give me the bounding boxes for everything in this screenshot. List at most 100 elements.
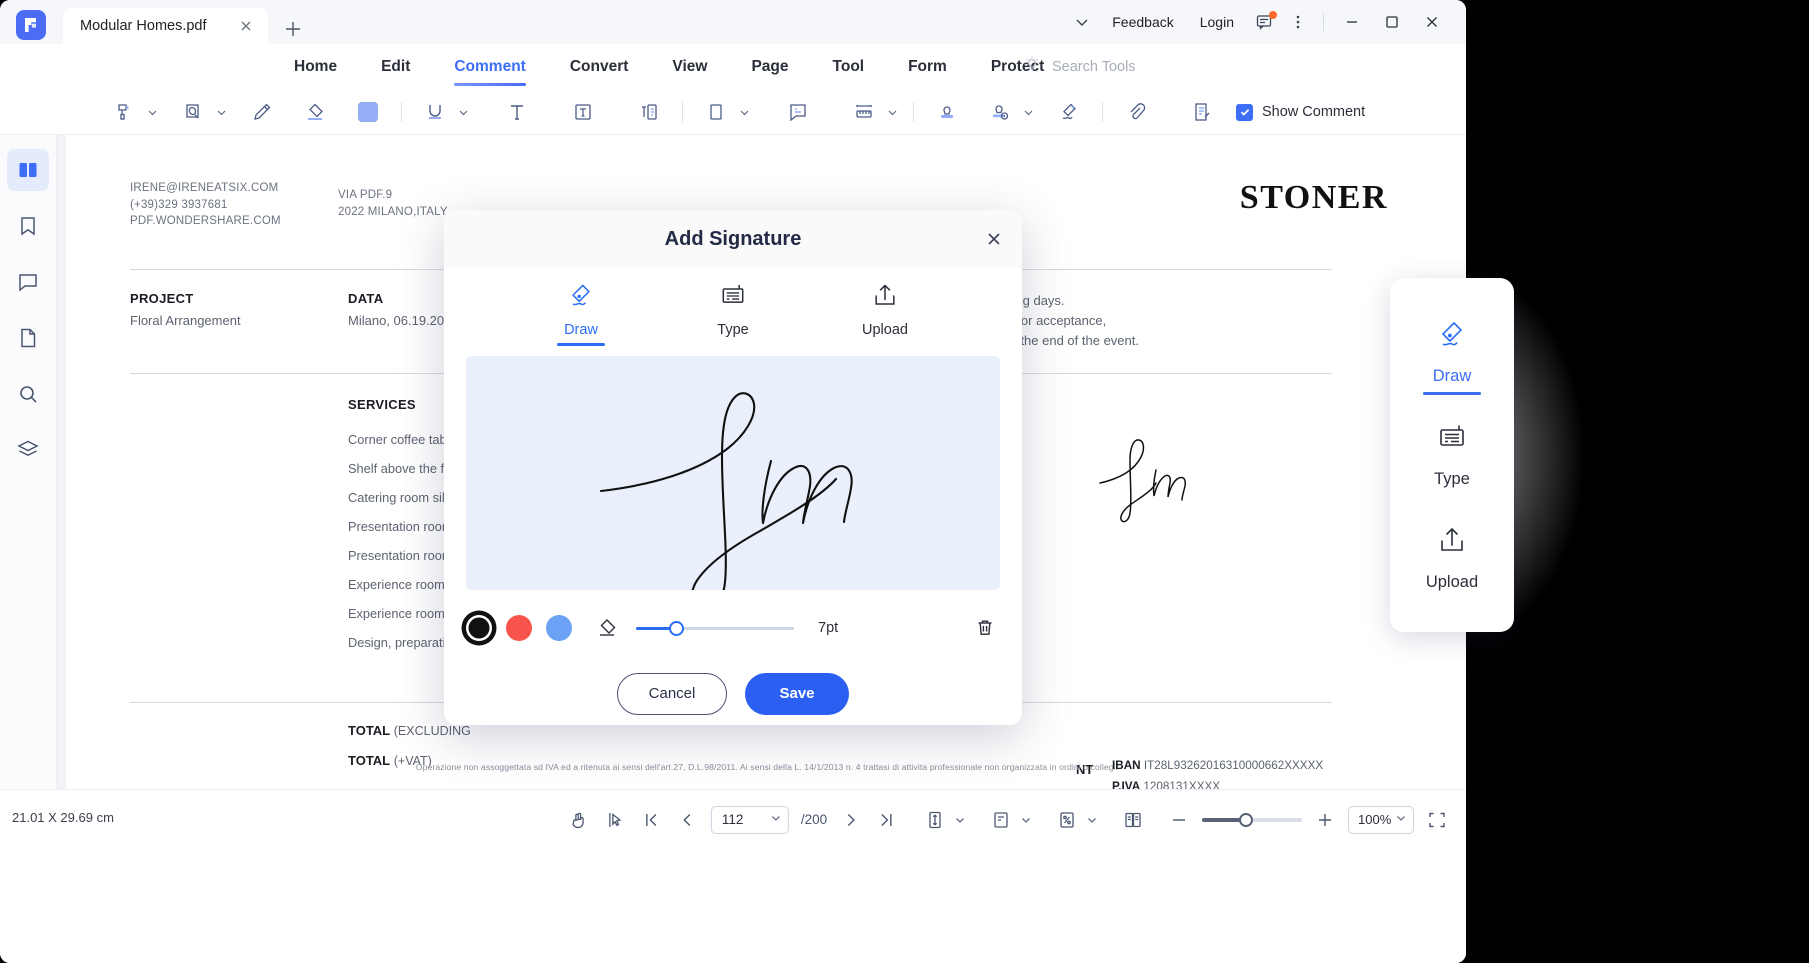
custom-stamp-tool[interactable] (980, 90, 1036, 135)
title-bar: Modular Homes.pdf Feedback Login (0, 0, 1466, 44)
cursor-select-icon[interactable] (597, 790, 633, 849)
hand-icon[interactable] (561, 790, 597, 849)
zoom-slider[interactable] (1202, 818, 1302, 822)
shape-tool[interactable] (696, 90, 752, 135)
menu-item-home[interactable]: Home (272, 44, 359, 90)
zoom-percent-icon[interactable] (1052, 790, 1082, 849)
stroke-size-slider-knob[interactable] (669, 621, 684, 636)
typewriter-tool[interactable] (629, 90, 669, 135)
attachment-tool[interactable] (1116, 90, 1156, 135)
sidebar-item-bookmarks[interactable] (7, 205, 49, 247)
menu-item-comment[interactable]: Comment (432, 44, 547, 90)
dialog-actions: Cancel Save (444, 662, 1022, 725)
more-vertical-icon[interactable] (1281, 0, 1315, 44)
rectangle-shape-icon (696, 90, 736, 135)
chevron-down-icon[interactable] (144, 90, 160, 135)
sidebar-item-comments[interactable] (7, 261, 49, 303)
page-number-input[interactable]: 112 (711, 806, 789, 834)
maximize-icon[interactable] (1372, 0, 1412, 44)
chevron-down-icon[interactable] (736, 90, 752, 135)
zoom-in-icon[interactable] (1310, 790, 1340, 849)
close-tab-icon[interactable] (238, 18, 254, 34)
cancel-button[interactable]: Cancel (617, 673, 727, 715)
signature-draw-canvas[interactable] (466, 356, 1000, 590)
eraser-tool[interactable] (295, 90, 335, 135)
sidebar-item-attachments[interactable] (7, 317, 49, 359)
close-window-icon[interactable] (1412, 0, 1452, 44)
message-icon[interactable] (1247, 0, 1281, 44)
stroke-size-slider[interactable] (636, 627, 794, 630)
color-swatch-tool[interactable] (348, 90, 388, 135)
fit-height-icon[interactable] (920, 790, 950, 849)
note-tool[interactable] (778, 90, 818, 135)
chevron-down-icon[interactable] (455, 90, 471, 135)
menu-item-page[interactable]: Page (729, 44, 810, 90)
last-page-icon[interactable] (869, 790, 905, 849)
text-tool[interactable] (497, 90, 537, 135)
menu-item-view[interactable]: View (650, 44, 729, 90)
textbox-tool[interactable] (563, 90, 603, 135)
zoom-slider-knob[interactable] (1239, 813, 1253, 827)
menu-item-form[interactable]: Form (886, 44, 969, 90)
chevron-down-icon[interactable] (1020, 90, 1036, 135)
minimize-icon[interactable] (1332, 0, 1372, 44)
menu-item-convert[interactable]: Convert (548, 44, 651, 90)
next-page-icon[interactable] (833, 790, 869, 849)
menu-item-tool[interactable]: Tool (811, 44, 887, 90)
tab-type[interactable]: Type (687, 277, 779, 338)
zoom-level-value: 100% (1358, 812, 1391, 827)
area-highlight-tool[interactable] (173, 90, 229, 135)
eraser-icon[interactable] (592, 613, 622, 643)
page-layout-icon[interactable] (986, 790, 1016, 849)
chevron-down-icon[interactable] (950, 790, 970, 849)
login-button[interactable]: Login (1187, 0, 1247, 44)
document-tab[interactable]: Modular Homes.pdf (63, 8, 268, 44)
comment-list-tool[interactable] (1182, 90, 1222, 135)
titlebar-chevron-down-icon[interactable] (1065, 0, 1099, 44)
panel-item-draw[interactable]: Draw (1390, 318, 1514, 386)
tab-draw[interactable]: Draw (535, 277, 627, 338)
chevron-down-icon[interactable] (1016, 790, 1036, 849)
chevron-down-icon[interactable] (770, 811, 782, 829)
color-swatch-black[interactable] (466, 615, 492, 641)
show-comment-label: Show Comment (1262, 104, 1365, 120)
signature-tool[interactable] (1049, 90, 1089, 135)
sidebar-item-search[interactable] (7, 373, 49, 415)
tab-upload[interactable]: Upload (839, 277, 931, 338)
chevron-down-icon[interactable] (1082, 790, 1102, 849)
close-icon[interactable] (980, 225, 1008, 253)
color-swatch-red[interactable] (506, 615, 532, 641)
fit-page-icon[interactable] (1422, 790, 1452, 849)
chevron-down-icon[interactable] (884, 90, 900, 135)
stamp-tool[interactable] (927, 90, 967, 135)
trash-icon[interactable] (970, 613, 1000, 643)
prev-page-icon[interactable] (669, 790, 705, 849)
new-tab-icon[interactable] (282, 18, 304, 40)
panel-item-upload-label: Upload (1426, 573, 1478, 592)
underline-tool[interactable] (415, 90, 471, 135)
highlight-tool[interactable] (104, 90, 160, 135)
sidebar-item-thumbnails[interactable] (7, 149, 49, 191)
zoom-level-select[interactable]: 100% (1348, 806, 1414, 834)
draw-pen-icon (566, 281, 596, 316)
menu-item-edit[interactable]: Edit (359, 44, 432, 90)
tab-draw-label: Draw (564, 322, 598, 338)
show-comment-checkbox[interactable]: Show Comment (1236, 104, 1365, 121)
piva-row: P.IVA 1208131XXXX (1112, 780, 1220, 789)
feedback-button[interactable]: Feedback (1099, 0, 1186, 44)
dual-page-icon[interactable] (1118, 790, 1148, 849)
save-button[interactable]: Save (745, 673, 849, 715)
first-page-icon[interactable] (633, 790, 669, 849)
chevron-down-icon[interactable] (1395, 812, 1407, 827)
search-tools[interactable]: Search Tools (1022, 44, 1136, 90)
measure-tool[interactable] (844, 90, 900, 135)
panel-item-upload[interactable]: Upload (1390, 524, 1514, 592)
panel-item-type[interactable]: Type (1390, 421, 1514, 489)
document-brand: STONER (1240, 179, 1388, 217)
document-footer-note: Operazione non assoggettata sd IVA ed a … (66, 762, 1466, 772)
color-swatch-blue[interactable] (546, 615, 572, 641)
zoom-out-icon[interactable] (1164, 790, 1194, 849)
chevron-down-icon[interactable] (213, 90, 229, 135)
sidebar-item-layers[interactable] (7, 429, 49, 471)
pencil-tool[interactable] (242, 90, 282, 135)
